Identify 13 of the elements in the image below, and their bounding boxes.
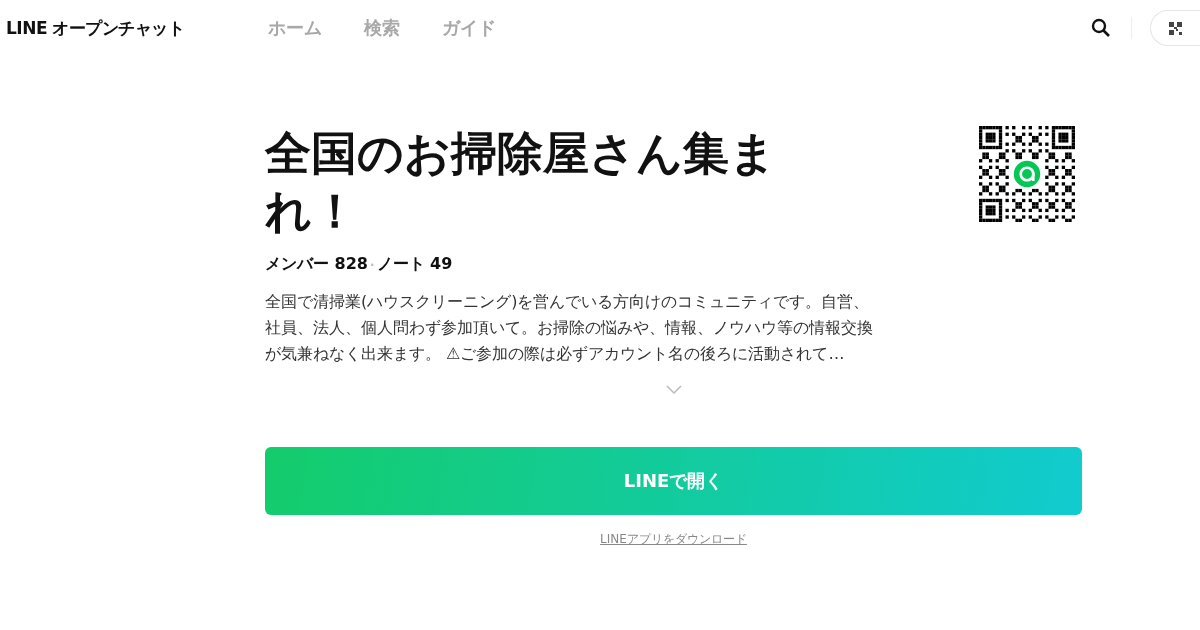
search-icon[interactable] xyxy=(1091,18,1111,38)
nav-link[interactable]: 検索 xyxy=(364,16,400,40)
note-count: ノート 49 xyxy=(376,254,453,275)
chat-title: 全国のお掃除屋さん集まれ！ xyxy=(265,125,777,240)
nav-link[interactable]: ガイド xyxy=(442,16,496,40)
open-in-line-button[interactable]: LINEで開く xyxy=(265,447,1082,515)
member-count: メンバー 828 xyxy=(265,254,368,275)
nav-link[interactable]: ホーム xyxy=(268,16,322,40)
qr-code-icon xyxy=(1169,21,1182,35)
separator: · xyxy=(369,257,375,272)
logo[interactable]: LINE オープンチャット xyxy=(6,16,268,40)
description-text: 全国で清掃業(ハウスクリーニング)を営んでいる方向けのコミュニティです。自営、社員、法人、個人問わず参加頂いて。お掃除の悩みや、情報、ノウハウ等の情報交換が気兼ねなく出来ます。 ⚠ご参加の際は必ずアカウント名の後ろに活動されて… xyxy=(265,291,874,365)
download-link[interactable]: LINEアプリをダウンロード xyxy=(600,531,747,548)
